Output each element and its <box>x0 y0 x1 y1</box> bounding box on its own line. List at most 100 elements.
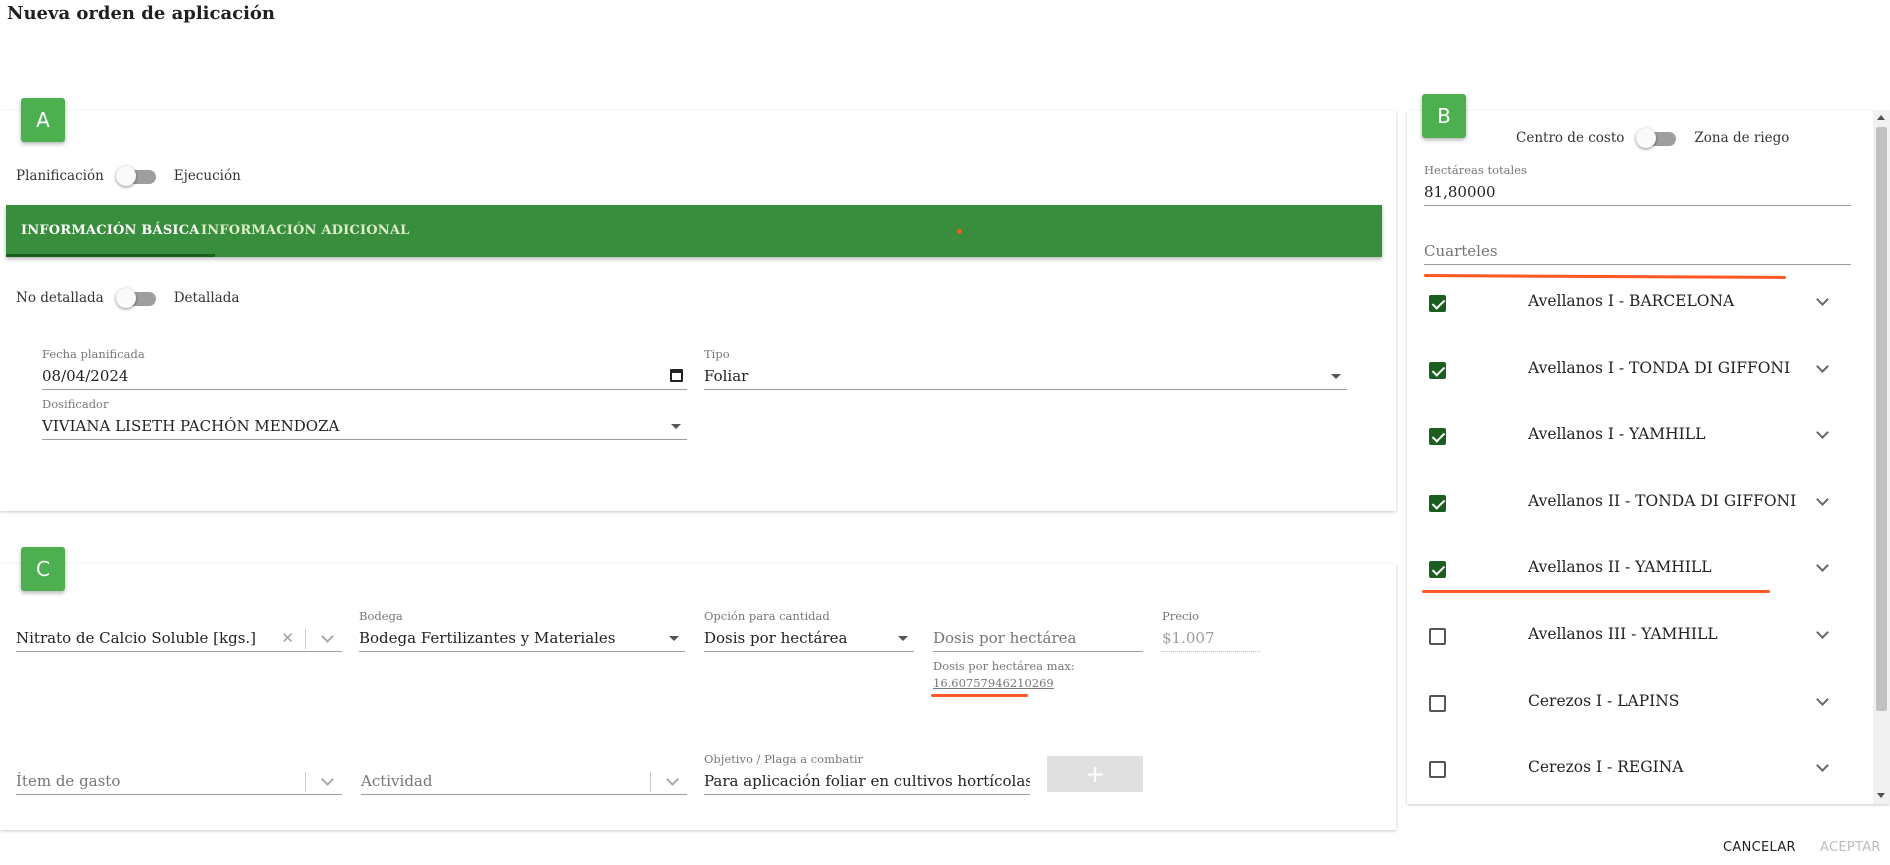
cuartel-item[interactable]: Avellanos II - TONDA DI GIFFONI <box>1407 470 1873 536</box>
chevron-down-icon[interactable] <box>1816 426 1829 440</box>
chevron-down-icon[interactable] <box>321 630 334 643</box>
cuarteles-select[interactable]: Cuarteles <box>1424 237 1851 265</box>
cuartel-item[interactable]: Avellanos III - YAMHILL <box>1407 603 1873 669</box>
cost-toggle-right-label: Zona de riego <box>1694 130 1790 146</box>
checkbox-unchecked[interactable] <box>1429 694 1446 712</box>
chevron-down-icon[interactable] <box>1816 293 1829 306</box>
item-gasto-select[interactable]: Ítem de gasto <box>16 767 342 795</box>
caret-down-icon <box>669 636 679 641</box>
caret-down-icon <box>1331 374 1341 379</box>
fecha-planificada-label: Fecha planificada <box>42 347 145 361</box>
scroll-up-arrow-icon[interactable] <box>1877 115 1885 120</box>
checkbox-checked[interactable] <box>1429 428 1446 446</box>
separator <box>305 772 306 792</box>
cuartel-item[interactable]: Avellanos I - YAMHILL <box>1407 403 1873 469</box>
annotation-underline-selection <box>1422 590 1770 593</box>
cuartel-name: Avellanos I - BARCELONA <box>1528 292 1735 310</box>
item-gasto-value-box[interactable]: Ítem de gasto <box>16 767 342 795</box>
dosificador-value: VIVIANA LISETH PACHÓN MENDOZA <box>42 417 340 435</box>
dosis-input[interactable]: Dosis por hectárea Dosis por hectárea ma… <box>933 624 1143 690</box>
dosificador-select[interactable]: Dosificador VIVIANA LISETH PACHÓN MENDOZ… <box>42 397 687 440</box>
detail-toggle[interactable] <box>115 287 160 309</box>
chevron-down-icon[interactable] <box>321 773 334 786</box>
bodega-value-box[interactable]: Bodega Fertilizantes y Materiales <box>359 624 685 652</box>
caret-down-icon <box>898 636 908 641</box>
tab-informacion-basica[interactable]: INFORMACIÓN BÁSICA <box>6 205 215 257</box>
opcion-cantidad-value-box[interactable]: Dosis por hectárea <box>704 624 914 652</box>
cuartel-item[interactable]: Avellanos I - BARCELONA <box>1407 270 1873 336</box>
scrollbar-thumb[interactable] <box>1876 127 1887 711</box>
dosis-hint: Dosis por hectárea max: <box>933 659 1075 673</box>
checkbox-unchecked[interactable] <box>1429 628 1446 645</box>
cuartel-name: Avellanos II - TONDA DI GIFFONI <box>1528 491 1797 510</box>
checkbox-checked[interactable] <box>1429 361 1446 379</box>
tipo-value: Foliar <box>704 367 749 385</box>
dosificador-value-box[interactable]: VIVIANA LISETH PACHÓN MENDOZA <box>42 412 687 440</box>
calendar-icon[interactable] <box>670 369 683 382</box>
tab-bar: INFORMACIÓN BÁSICA INFORMACIÓN ADICIONAL <box>6 205 1382 257</box>
fecha-planificada-field[interactable]: Fecha planificada 08/04/2024 <box>42 347 687 390</box>
bodega-value: Bodega Fertilizantes y Materiales <box>359 629 616 647</box>
tab-indicator-dot <box>957 229 962 234</box>
cost-toggle-left-label: Centro de costo <box>1516 130 1625 146</box>
scroll-down-arrow-icon[interactable] <box>1877 793 1885 798</box>
section-b-badge: B <box>1422 94 1466 138</box>
chevron-down-icon[interactable] <box>1816 626 1829 639</box>
cuartel-item[interactable]: Avellanos I - TONDA DI GIFFONI <box>1407 337 1873 403</box>
actividad-select[interactable]: Actividad <box>361 767 687 795</box>
fecha-planificada-input[interactable]: 08/04/2024 <box>42 362 687 390</box>
tab-informacion-adicional[interactable]: INFORMACIÓN ADICIONAL <box>195 205 415 257</box>
mode-toggle-row: Planificación Ejecución <box>16 165 241 187</box>
precio-field: Precio $1.007 <box>1162 609 1260 652</box>
detail-toggle-left-label: No detallada <box>16 290 104 306</box>
separator <box>650 772 651 792</box>
bodega-select[interactable]: Bodega Bodega Fertilizantes y Materiales <box>359 609 685 652</box>
cancel-button[interactable]: CANCELAR <box>1723 840 1796 855</box>
producto-value: Nitrato de Calcio Soluble [kgs.] <box>16 629 257 647</box>
checkbox-unchecked[interactable] <box>1429 761 1446 779</box>
dosis-max-value: 16.60757946210269 <box>933 676 1054 690</box>
cuartel-name: Cerezos I - LAPINS <box>1528 691 1680 710</box>
annotation-underline-dosis-max <box>931 694 1028 697</box>
dosificador-label: Dosificador <box>42 397 109 411</box>
opcion-cantidad-select[interactable]: Opción para cantidad Dosis por hectárea <box>704 609 914 652</box>
dosis-placeholder[interactable]: Dosis por hectárea <box>933 624 1143 652</box>
clear-icon[interactable]: ✕ <box>281 624 294 651</box>
checkbox-checked[interactable] <box>1429 561 1446 579</box>
chevron-down-icon[interactable] <box>1816 359 1829 373</box>
cuartel-item[interactable]: Cerezos I - REGINA <box>1407 736 1873 802</box>
chevron-down-icon[interactable] <box>1816 559 1829 573</box>
cuartel-name: Cerezos I - REGINA <box>1528 758 1684 777</box>
objetivo-value[interactable]: Para aplicación foliar en cultivos hortí… <box>704 767 1030 795</box>
chevron-down-icon[interactable] <box>1816 692 1829 706</box>
add-product-button[interactable]: + <box>1047 756 1143 792</box>
chevron-down-icon[interactable] <box>666 773 679 786</box>
checkbox-checked[interactable] <box>1429 295 1446 312</box>
cost-toggle[interactable] <box>1636 127 1680 149</box>
actividad-value-box[interactable]: Actividad <box>361 767 687 795</box>
tipo-value-box[interactable]: Foliar <box>704 362 1347 390</box>
precio-label: Precio <box>1162 609 1200 623</box>
mode-toggle-left-label: Planificación <box>16 168 104 184</box>
hectareas-label: Hectáreas totales <box>1424 163 1527 177</box>
fecha-planificada-value: 08/04/2024 <box>42 367 129 385</box>
actividad-placeholder: Actividad <box>361 772 433 790</box>
hectareas-totales-field: Hectáreas totales 81,80000 <box>1424 163 1851 206</box>
checkbox-checked[interactable] <box>1429 494 1446 512</box>
hectareas-value: 81,80000 <box>1424 178 1851 206</box>
cuartel-name: Avellanos I - YAMHILL <box>1528 425 1706 444</box>
accept-button[interactable]: ACEPTAR <box>1820 840 1881 855</box>
cuarteles-placeholder[interactable]: Cuarteles <box>1424 237 1851 265</box>
section-c-badge: C <box>21 547 65 591</box>
page-title: Nueva orden de aplicación <box>7 3 276 24</box>
tipo-select[interactable]: Tipo Foliar <box>704 347 1347 390</box>
caret-down-icon <box>671 424 681 429</box>
cuartel-item[interactable]: Cerezos I - LAPINS <box>1407 670 1873 736</box>
objetivo-input[interactable]: Objetivo / Plaga a combatir Para aplicac… <box>704 752 1030 795</box>
producto-select[interactable]: Nitrato de Calcio Soluble [kgs.] ✕ <box>16 624 342 652</box>
producto-value-box[interactable]: Nitrato de Calcio Soluble [kgs.] ✕ <box>16 624 342 652</box>
cuartel-name: Avellanos III - YAMHILL <box>1528 625 1718 643</box>
chevron-down-icon[interactable] <box>1816 492 1829 506</box>
chevron-down-icon[interactable] <box>1816 759 1829 773</box>
mode-toggle[interactable] <box>115 165 160 187</box>
